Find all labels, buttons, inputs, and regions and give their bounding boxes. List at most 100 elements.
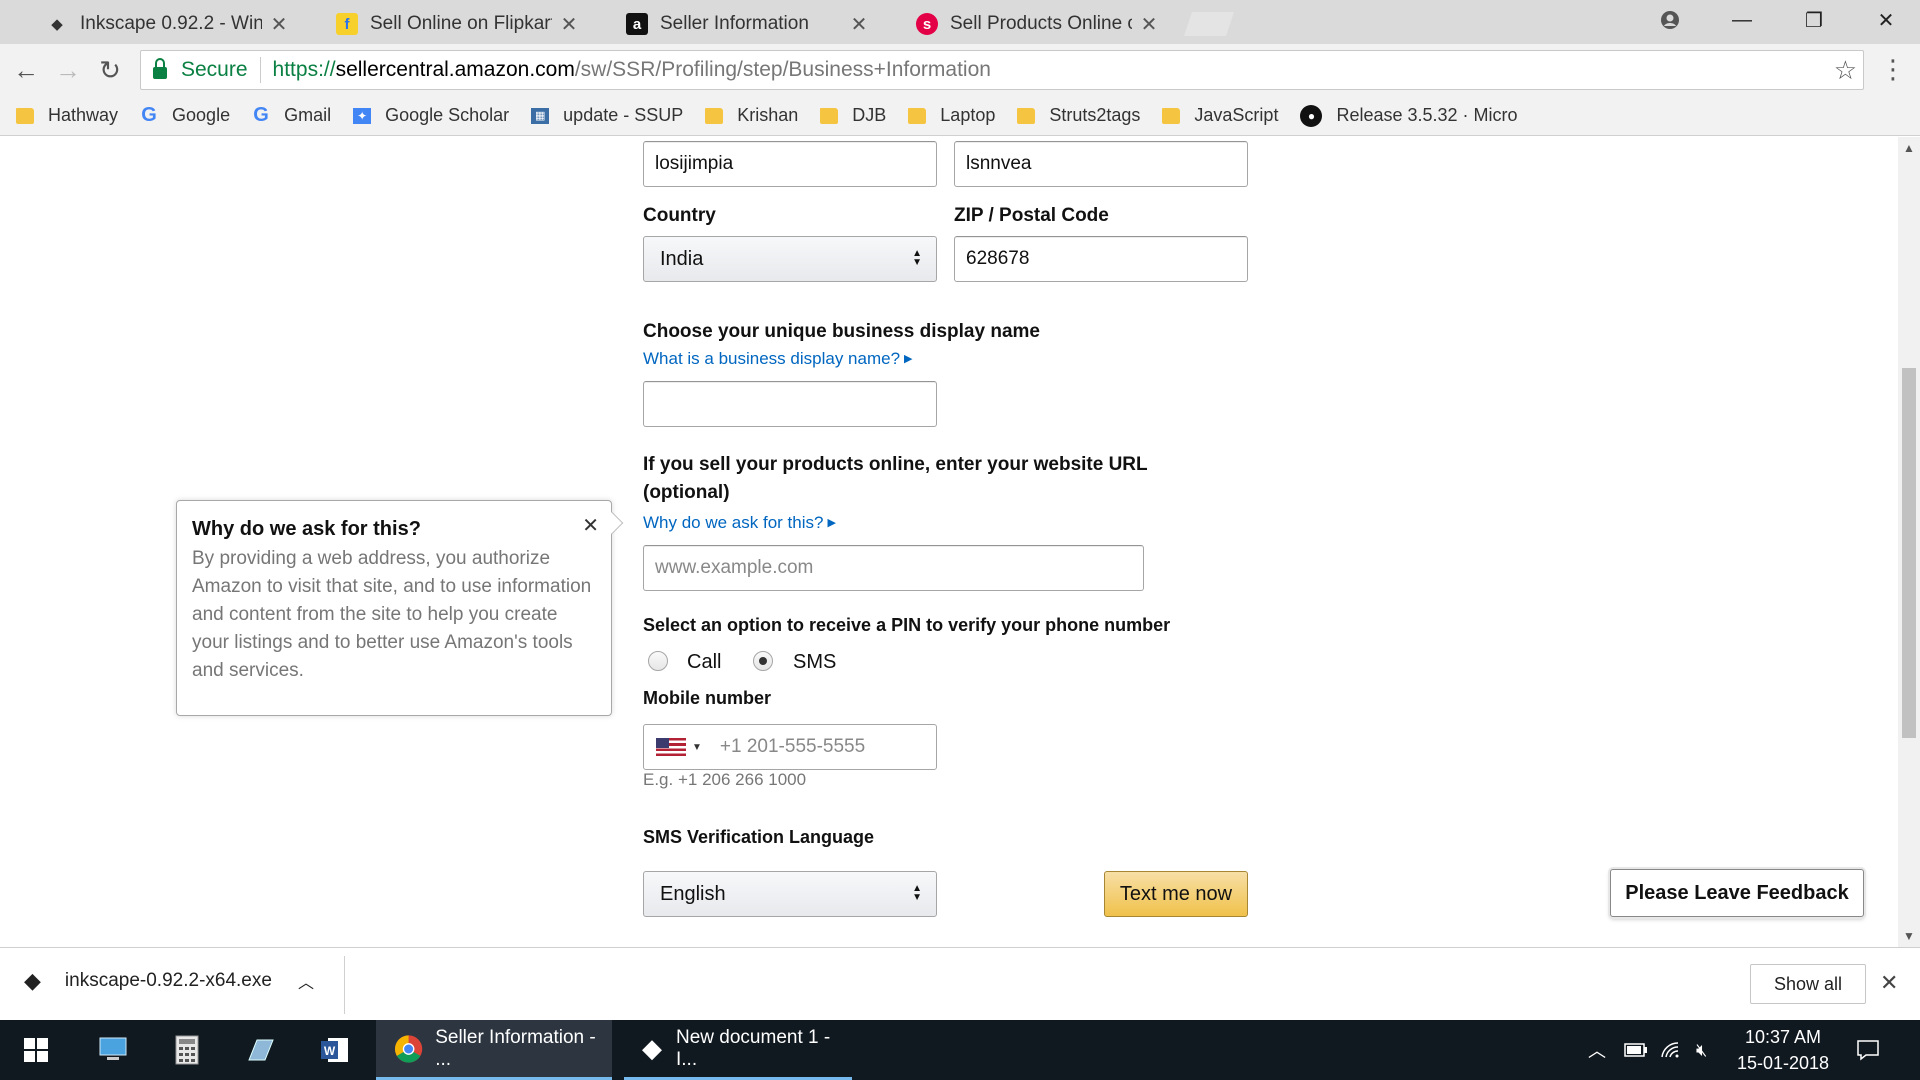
word-icon[interactable]: W [302, 1020, 368, 1080]
call-radio-label[interactable]: Call [687, 651, 721, 674]
url-path: /sw/SSR/Profiling/step/Business+Informat… [574, 58, 991, 81]
windows-start-icon[interactable] [0, 1020, 72, 1080]
notifications-icon[interactable] [1856, 1020, 1880, 1080]
calculator-icon[interactable] [154, 1020, 220, 1080]
back-icon[interactable]: ← [8, 52, 44, 88]
reload-icon[interactable]: ↻ [92, 52, 128, 88]
scroll-up-icon[interactable]: ▲ [1898, 141, 1920, 155]
bookmark-laptop[interactable]: Laptop [908, 105, 995, 126]
country-value: India [660, 247, 704, 270]
sms-radio-label[interactable]: SMS [793, 651, 836, 674]
battery-icon[interactable] [1624, 1020, 1648, 1080]
bookmark-star-icon[interactable]: ☆ [1834, 55, 1857, 86]
tab-seller-information[interactable]: a Seller Information ✕ [596, 4, 886, 44]
mobile-number-input[interactable]: ▼ +1 201-555-5555 [643, 724, 937, 770]
close-icon[interactable]: ✕ [582, 513, 599, 538]
display-name-input[interactable] [643, 381, 937, 427]
menu-icon[interactable]: ⋮ [1880, 54, 1906, 84]
website-input[interactable]: www.example.com [643, 545, 1144, 591]
bookmark-label: Google Scholar [385, 105, 510, 125]
computer-icon[interactable] [80, 1020, 146, 1080]
clock-time: 10:37 AM [1744, 1027, 1822, 1047]
call-radio[interactable] [648, 651, 668, 671]
state-input[interactable]: lsnnvea [954, 141, 1248, 187]
bookmark-label: update - SSUP [563, 105, 684, 125]
chevron-up-icon[interactable]: ︿ [298, 969, 314, 993]
select-caret-icon: ▲ ▼ [912, 883, 922, 903]
bookmark-label: Google [172, 105, 231, 125]
bookmark-djb[interactable]: DJB [820, 105, 886, 126]
city-input[interactable]: losijimpia [643, 141, 937, 187]
restore-icon[interactable]: ❐ [1778, 0, 1850, 40]
taskbar-app-chrome[interactable]: Seller Information - ... [376, 1020, 612, 1080]
forward-icon[interactable]: → [50, 52, 86, 88]
windows-taskbar: W Seller Information - ... ◆ New documen… [0, 1020, 1920, 1080]
url-scheme: https:// [272, 58, 336, 81]
text-me-now-button[interactable]: Text me now [1104, 871, 1248, 917]
bookmark-google-scholar[interactable]: ✦ Google Scholar [353, 105, 509, 126]
url-host: sellercentral.amazon.com [335, 58, 575, 81]
tray-chevron-up-icon[interactable]: ︿ [1588, 1020, 1606, 1080]
sms-language-select[interactable]: English ▲ ▼ [643, 871, 937, 917]
minimize-icon[interactable]: — [1706, 0, 1778, 40]
mobile-label: Mobile number [643, 688, 772, 708]
chevron-right-icon: ▶ [827, 517, 836, 529]
bookmark-gmail[interactable]: G Gmail [252, 104, 331, 126]
country-label: Country [643, 205, 716, 226]
country-select[interactable]: India ▲ ▼ [643, 236, 937, 282]
bookmark-google[interactable]: G Google [140, 104, 231, 126]
download-item[interactable]: ◆ inkscape-0.92.2-x64.exe ︿ [24, 968, 314, 994]
folder-icon [1017, 107, 1036, 124]
download-file-name: inkscape-0.92.2-x64.exe [64, 970, 272, 991]
bookmark-struts2tags[interactable]: Struts2tags [1017, 105, 1140, 126]
folder-icon [820, 107, 839, 124]
close-tab-icon[interactable]: ✕ [270, 12, 288, 37]
bookmark-javascript[interactable]: JavaScript [1162, 105, 1278, 126]
bookmark-label: Laptop [940, 105, 996, 125]
chevron-down-icon[interactable]: ▼ [692, 742, 702, 753]
window-close-icon[interactable]: ✕ [1850, 0, 1920, 40]
bookmark-hathway[interactable]: Hathway [16, 105, 118, 126]
wifi-icon[interactable] [1660, 1020, 1682, 1080]
volume-muted-icon[interactable]: 🔇︎ [1696, 1020, 1707, 1080]
scroll-down-icon[interactable]: ▼ [1898, 929, 1920, 943]
bookmark-update-ssup[interactable]: ▦ update - SSUP [531, 105, 683, 126]
page-scrollbar[interactable]: ▲ ▼ [1898, 137, 1920, 947]
us-flag-icon[interactable] [656, 738, 686, 756]
profile-icon[interactable] [1634, 0, 1706, 40]
close-icon[interactable]: ✕ [1880, 970, 1898, 996]
leave-feedback-button[interactable]: Please Leave Feedback [1610, 869, 1864, 917]
folder-icon [1162, 107, 1181, 124]
link-text: Why do we ask for this? [643, 513, 824, 532]
lock-icon [153, 58, 167, 79]
close-tab-icon[interactable]: ✕ [850, 12, 868, 37]
bookmark-label: Release 3.5.32 · Micro [1336, 105, 1518, 125]
pen-tablet-icon[interactable] [228, 1020, 294, 1080]
zip-input[interactable]: 628678 [954, 236, 1248, 282]
taskbar-clock[interactable]: 10:37 AM 15-01-2018 [1728, 1024, 1838, 1076]
bookmark-label: DJB [852, 105, 887, 125]
tab-inkscape[interactable]: ◆ Inkscape 0.92.2 - Windov ✕ [16, 4, 306, 44]
taskbar-app-label: New document 1 - I... [676, 1026, 831, 1070]
inkscape-icon: ◆ [642, 1033, 662, 1063]
close-tab-icon[interactable]: ✕ [560, 12, 578, 37]
taskbar-app-inkscape[interactable]: ◆ New document 1 - I... [624, 1020, 852, 1080]
scrollbar-thumb[interactable] [1902, 368, 1916, 738]
website-label-line1: If you sell your products online, enter … [643, 454, 1148, 475]
mobile-placeholder: +1 201-555-5555 [719, 736, 866, 757]
tab-flipkart[interactable]: f Sell Online on Flipkart | C ✕ [306, 4, 596, 44]
close-tab-icon[interactable]: ✕ [1140, 12, 1158, 37]
clock-date: 15-01-2018 [1736, 1053, 1830, 1073]
sms-radio[interactable] [753, 651, 773, 671]
address-bar[interactable]: Secure https://sellercentral.amazon.com /… [140, 50, 1864, 90]
flipkart-icon: f [336, 13, 358, 35]
folder-icon [705, 107, 724, 124]
display-name-help-link[interactable]: What is a business display name? ▶ [643, 349, 913, 369]
why-ask-link[interactable]: Why do we ask for this? ▶ [643, 513, 836, 533]
show-all-button[interactable]: Show all [1750, 964, 1866, 1004]
new-tab-button[interactable] [1184, 12, 1234, 36]
bookmark-krishan[interactable]: Krishan [705, 105, 798, 126]
tab-snapdeal[interactable]: s Sell Products Online on S ✕ [886, 4, 1176, 44]
folder-icon [908, 107, 927, 124]
bookmark-release[interactable]: ● Release 3.5.32 · Micro [1300, 104, 1518, 127]
